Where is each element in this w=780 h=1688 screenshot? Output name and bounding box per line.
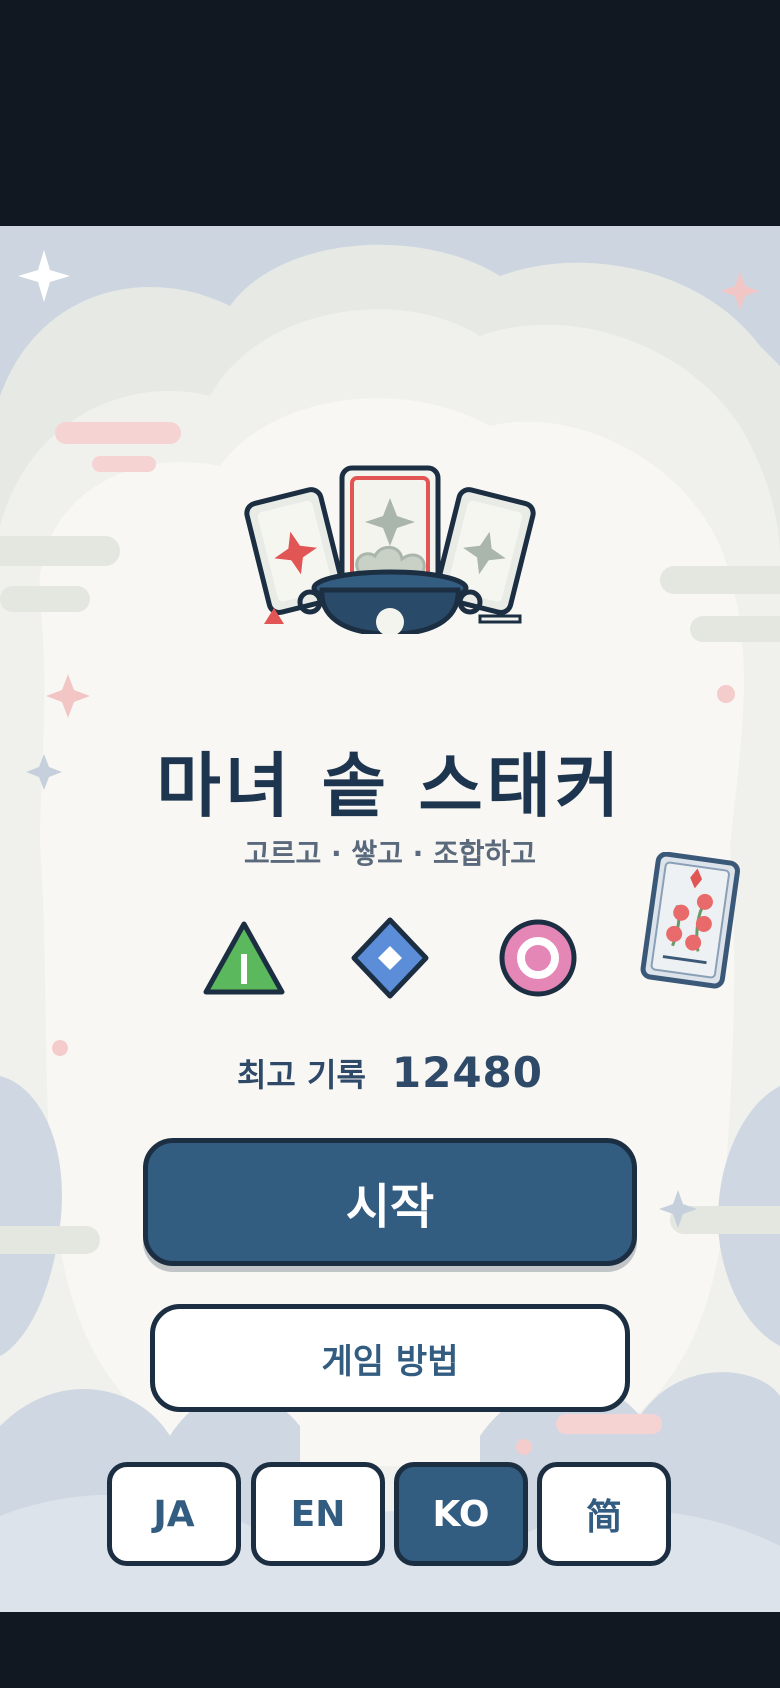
game-title-screen: 마녀 솥 스태커 고르고 · 쌓고 · 조합하고 최고 기록 12480 시작 게… [0,226,780,1612]
triangle-symbol-icon [203,921,285,995]
language-en-button[interactable]: EN [251,1462,385,1566]
how-to-play-button[interactable]: 게임 방법 [150,1304,630,1412]
best-score-label: 최고 기록 [236,1055,366,1094]
diamond-symbol-icon [351,917,429,999]
bottom-letterbox [0,1612,780,1688]
best-score-value: 12480 [391,1048,544,1097]
game-title: 마녀 솥 스태커 [156,745,624,827]
language-ko-button[interactable]: KO [394,1462,528,1566]
language-ja-button[interactable]: JA [107,1462,241,1566]
start-button[interactable]: 시작 [143,1138,637,1266]
circle-symbol-icon [499,919,577,997]
language-zh-button[interactable]: 简 [537,1462,671,1566]
top-letterbox [0,0,780,226]
cauldron-cards-logo [244,465,536,634]
berry-card-decoration [640,852,740,989]
best-score: 최고 기록 12480 [0,1048,780,1097]
